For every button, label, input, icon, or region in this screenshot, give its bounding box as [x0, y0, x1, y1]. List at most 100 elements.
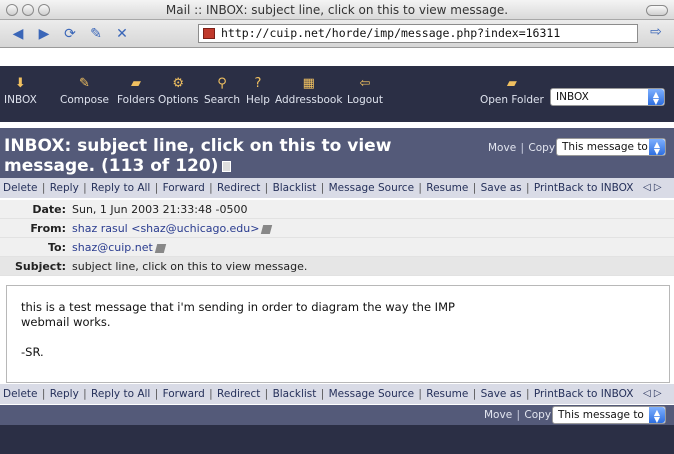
reply-all-link[interactable]: Reply to All	[91, 388, 150, 400]
forward-arrow-icon[interactable]: ▶	[34, 24, 54, 43]
menu-label: Options	[158, 94, 199, 106]
address-bar[interactable]: http://cuip.net/horde/imp/message.php?in…	[198, 24, 638, 43]
menu-item-inbox[interactable]: ⬇ INBOX	[4, 76, 37, 106]
message-body: this is a test message that i'm sending …	[6, 285, 670, 383]
select-arrows-icon: ▲ ▼	[649, 139, 665, 156]
page-title: INBOX: subject line, click on this to vi…	[4, 136, 474, 176]
menu-label: Addressbook	[275, 94, 343, 106]
reply-link[interactable]: Reply	[50, 388, 79, 400]
options-icon: ⚙	[172, 76, 185, 91]
print-link[interactable]: Print	[534, 388, 558, 400]
move-target-value: This message to	[562, 141, 648, 153]
logout-icon: ⇦	[359, 76, 371, 91]
menu-item-addressbook[interactable]: ▦ Addressbook	[275, 76, 342, 106]
inbox-icon: ⬇	[14, 76, 26, 91]
select-arrows-icon: ▲ ▼	[648, 89, 664, 106]
menu-label: INBOX	[4, 94, 37, 106]
move-target-select[interactable]: This message to ▲ ▼	[556, 138, 666, 156]
notepad-icon[interactable]	[222, 160, 232, 172]
help-icon: ?	[254, 76, 262, 91]
addressbook-icon: ▦	[302, 76, 315, 91]
search-icon: ⚲	[217, 76, 227, 91]
footer-target-value: This message to	[558, 409, 644, 421]
delete-link[interactable]: Delete	[3, 388, 38, 400]
from-address[interactable]: shaz rasul <shaz@uchicago.edu>	[72, 222, 259, 235]
menu-item-help[interactable]: ? Help	[246, 76, 270, 106]
message-source-link[interactable]: Message Source	[329, 388, 414, 400]
message-source-link[interactable]: Message Source	[329, 182, 414, 194]
menu-item-logout[interactable]: ⇦ Logout	[347, 76, 383, 106]
menu-label: Search	[204, 94, 241, 106]
resume-link[interactable]: Resume	[426, 182, 468, 194]
back-to-inbox-link[interactable]: Back to INBOX	[558, 178, 633, 198]
footer-target-select[interactable]: This message to ▲ ▼	[552, 406, 666, 424]
horde-menu-bar: ⬇ INBOX ✎ Compose ▰ Folders ⚙ Options ⚲ …	[0, 66, 674, 122]
from-row: From: shaz rasul <shaz@uchicago.edu>	[0, 219, 674, 238]
reload-icon[interactable]: ⟳	[60, 24, 80, 43]
prev-next-arrows-icon[interactable]: ◁ ▷	[643, 384, 662, 404]
copy-link[interactable]: Copy	[524, 409, 551, 421]
body-paragraph: this is a test message that i'm sending …	[21, 300, 455, 329]
subject-row: Subject: subject line, click on this to …	[0, 257, 674, 276]
copy-link[interactable]: Copy	[528, 142, 555, 154]
move-link[interactable]: Move	[484, 409, 512, 421]
menu-label: Folders	[117, 94, 155, 106]
reply-all-link[interactable]: Reply to All	[91, 182, 150, 194]
save-as-link[interactable]: Save as	[481, 388, 522, 400]
forward-link[interactable]: Forward	[163, 388, 205, 400]
bookmark-icon[interactable]: ✎	[86, 24, 106, 43]
date-row: Date: Sun, 1 Jun 2003 21:33:48 -0500	[0, 200, 674, 219]
reply-link[interactable]: Reply	[50, 182, 79, 194]
add-to-addressbook-icon[interactable]	[261, 224, 273, 234]
date-label: Date:	[32, 203, 66, 216]
to-value[interactable]: shaz@cuip.net	[72, 238, 167, 257]
menu-item-options[interactable]: ⚙ Options	[158, 76, 199, 106]
menu-label: Help	[246, 94, 270, 106]
menu-label: Logout	[347, 94, 383, 106]
menu-item-search[interactable]: ⚲ Search	[204, 76, 240, 106]
back-arrow-icon[interactable]: ◀	[8, 24, 28, 43]
window-title: Mail :: INBOX: subject line, click on th…	[165, 3, 509, 17]
footer-move-strip: Move | Copy This message to ▲ ▼	[0, 405, 674, 425]
menu-item-compose[interactable]: ✎ Compose	[60, 76, 109, 106]
from-value[interactable]: shaz rasul <shaz@uchicago.edu>	[72, 219, 273, 238]
add-to-addressbook-icon[interactable]	[154, 243, 167, 253]
blacklist-link[interactable]: Blacklist	[273, 182, 317, 194]
folder-select-value: INBOX	[556, 91, 589, 103]
page-title-text: INBOX: subject line, click on this to vi…	[4, 136, 392, 176]
toolbar-toggle-button[interactable]	[646, 5, 668, 16]
browser-toolbar: ◀ ▶ ⟳ ✎ ✕ http://cuip.net/horde/imp/mess…	[0, 20, 674, 48]
back-to-inbox-link[interactable]: Back to INBOX	[558, 384, 633, 404]
open-folder-button[interactable]: ▰ Open Folder	[480, 76, 544, 106]
stop-icon[interactable]: ✕	[112, 24, 132, 43]
compose-icon: ✎	[79, 76, 90, 91]
redirect-link[interactable]: Redirect	[217, 182, 260, 194]
signature: -SR.	[21, 345, 44, 359]
url-text: http://cuip.net/horde/imp/message.php?in…	[221, 26, 561, 40]
to-label: To:	[48, 241, 66, 254]
open-folder-icon: ▰	[506, 76, 517, 91]
favicon-icon	[203, 28, 215, 39]
forward-link[interactable]: Forward	[163, 182, 205, 194]
folders-icon: ▰	[130, 76, 141, 91]
blacklist-link[interactable]: Blacklist	[273, 388, 317, 400]
folder-select[interactable]: INBOX ▲ ▼	[550, 88, 665, 106]
window-titlebar: Mail :: INBOX: subject line, click on th…	[0, 0, 674, 20]
go-arrow-icon[interactable]: ⇨	[646, 24, 666, 43]
footer-move-copy-links: Move | Copy	[484, 409, 552, 421]
redirect-link[interactable]: Redirect	[217, 388, 260, 400]
to-row: To: shaz@cuip.net	[0, 238, 674, 257]
delete-link[interactable]: Delete	[3, 182, 38, 194]
resume-link[interactable]: Resume	[426, 388, 468, 400]
move-link[interactable]: Move	[488, 142, 516, 154]
print-link[interactable]: Print	[534, 182, 558, 194]
menu-label: Compose	[60, 94, 110, 106]
menu-item-folders[interactable]: ▰ Folders	[117, 76, 155, 106]
action-row-top: Delete | Reply | Reply to All | Forward …	[0, 178, 674, 198]
subject-value: subject line, click on this to view mess…	[72, 260, 308, 273]
prev-next-arrows-icon[interactable]: ◁ ▷	[643, 178, 662, 198]
open-folder-label: Open Folder	[480, 94, 544, 106]
to-address[interactable]: shaz@cuip.net	[72, 241, 153, 254]
save-as-link[interactable]: Save as	[481, 182, 522, 194]
select-arrows-icon: ▲ ▼	[649, 407, 665, 424]
